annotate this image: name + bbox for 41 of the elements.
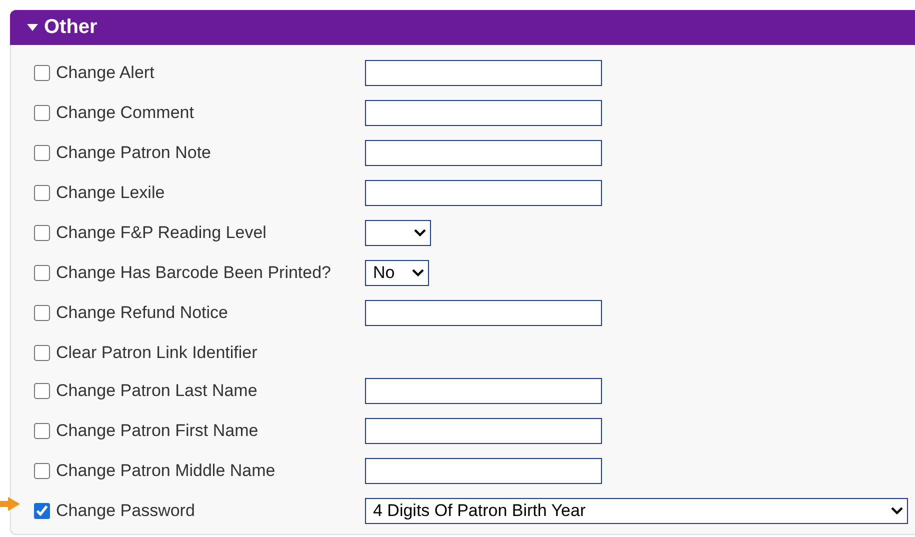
option-label: Clear Patron Link Identifier (56, 342, 258, 364)
chevron-down-icon (891, 507, 903, 515)
option-checkbox[interactable] (34, 105, 50, 121)
option-checkbox[interactable] (34, 265, 50, 281)
input-field[interactable] (365, 60, 602, 86)
option-label: Change Alert (56, 62, 154, 84)
input-field[interactable] (365, 180, 602, 206)
option-label: Change Password (56, 500, 195, 522)
section-title: Other (44, 16, 98, 39)
dropdown[interactable]: 4 Digits Of Patron Birth Year (365, 498, 908, 524)
input-field[interactable] (365, 418, 602, 444)
input-field[interactable] (365, 300, 602, 326)
option-label: Change F&P Reading Level (56, 222, 266, 244)
option-checkbox[interactable] (34, 305, 50, 321)
dropdown[interactable] (365, 220, 431, 246)
option-checkbox[interactable] (34, 65, 50, 81)
option-label: Change Has Barcode Been Printed? (56, 262, 332, 284)
chevron-down-icon (412, 269, 424, 277)
option-checkbox[interactable] (34, 145, 50, 161)
option-label: Change Patron Note (56, 142, 211, 164)
chevron-down-icon (414, 229, 426, 237)
option-label: Change Patron Last Name (56, 380, 258, 402)
input-field[interactable] (365, 378, 602, 404)
input-field[interactable] (365, 458, 602, 484)
input-field[interactable] (365, 140, 602, 166)
dropdown[interactable]: No (365, 260, 429, 286)
option-checkbox[interactable] (34, 225, 50, 241)
option-checkbox[interactable] (34, 423, 50, 439)
pointer-arrow (0, 497, 20, 511)
option-checkbox[interactable] (34, 345, 50, 361)
option-checkbox[interactable] (34, 185, 50, 201)
input-field[interactable] (365, 100, 602, 126)
option-checkbox[interactable] (34, 463, 50, 479)
option-label: Change Patron First Name (56, 420, 258, 442)
option-label: Change Patron Middle Name (56, 460, 276, 482)
option-checkbox[interactable] (34, 503, 50, 519)
option-label: Change Comment (56, 102, 194, 124)
option-label: Change Lexile (56, 182, 165, 204)
option-label: Change Refund Notice (56, 302, 228, 324)
section-header[interactable]: Other (10, 10, 915, 45)
option-checkbox[interactable] (34, 383, 50, 399)
